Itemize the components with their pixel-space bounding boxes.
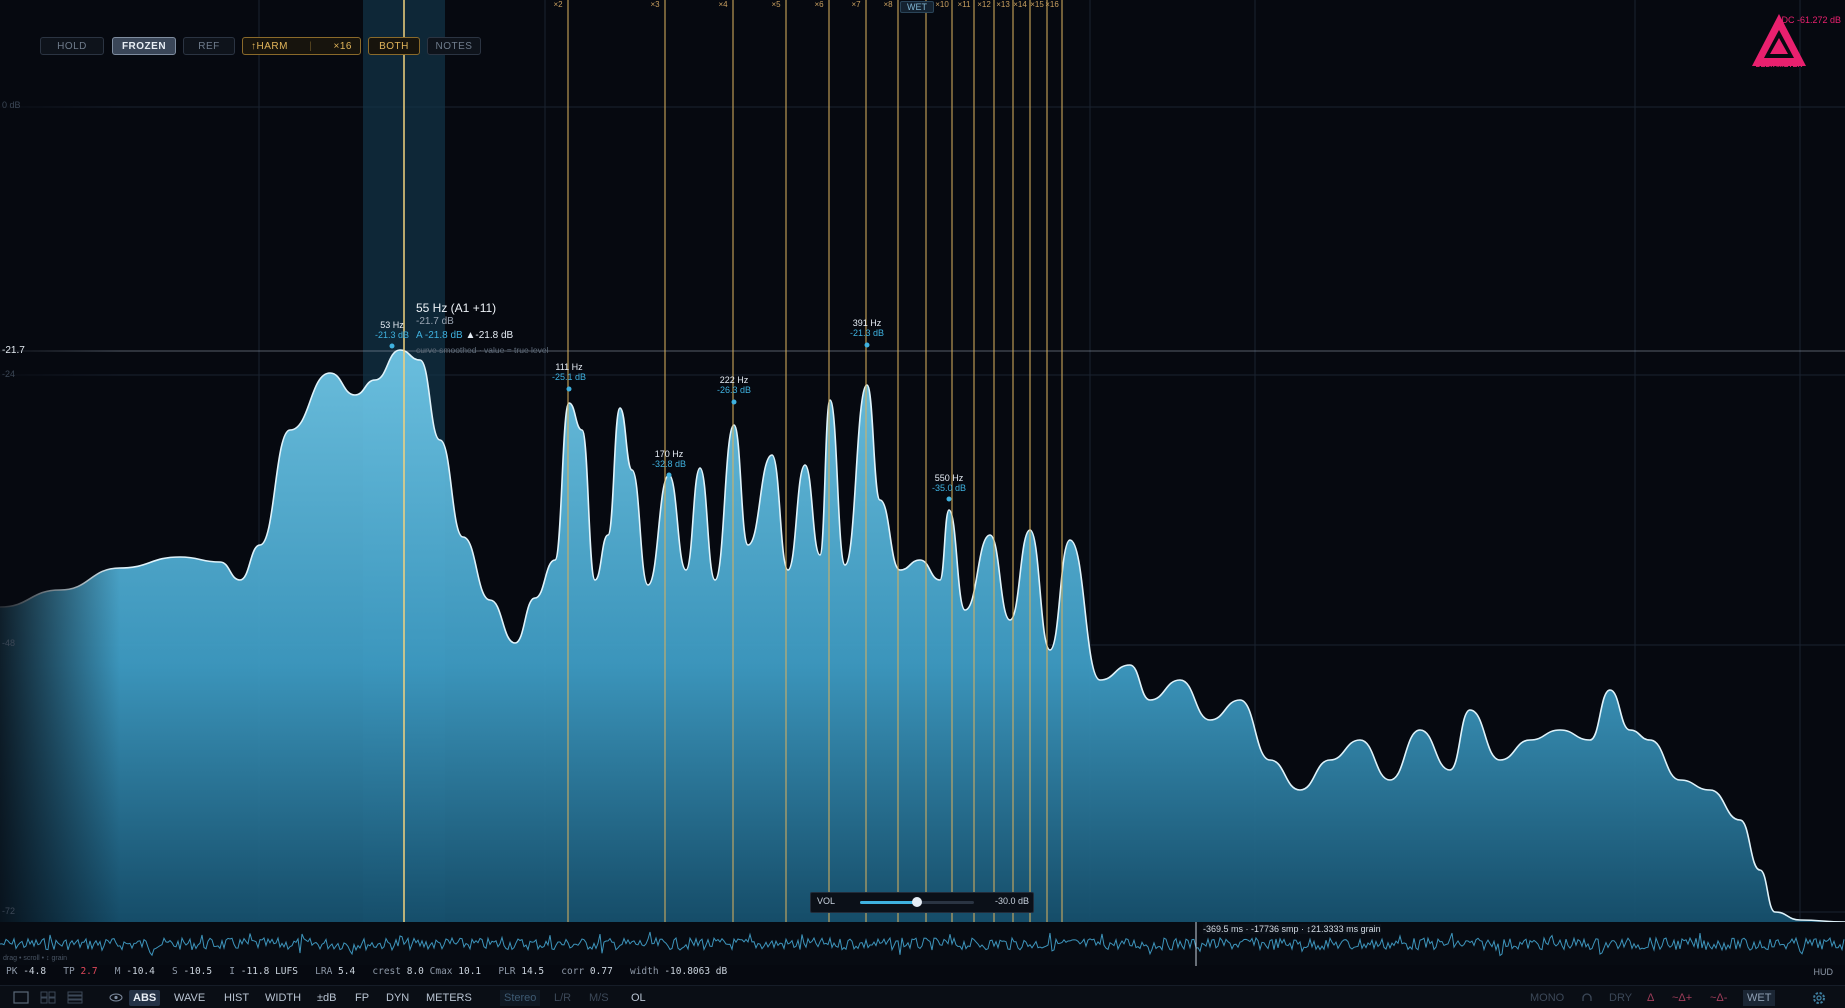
peak-dot bbox=[566, 386, 572, 392]
ref-line-value: -21.7 bbox=[2, 345, 25, 356]
tab-abs[interactable]: ABS bbox=[129, 990, 161, 1006]
plr-value: 14.5 bbox=[521, 966, 545, 977]
volume-slider-knob[interactable] bbox=[912, 897, 922, 907]
harmonic-label: ×11 bbox=[957, 0, 971, 9]
width-value: -10.8063 dB bbox=[664, 966, 728, 977]
hold-button[interactable]: HOLD bbox=[40, 37, 104, 55]
waveform-readout: -369.5 ms · -17736 smp · ↕21.3333 ms gra… bbox=[1203, 924, 1381, 934]
db-tick: 0 dB bbox=[2, 100, 21, 110]
cursor-title: 55 Hz (A1 +11) bbox=[416, 301, 497, 315]
cursor-readout: 55 Hz (A1 +11) -21.7 dB A -21.8 dB ▲-21.… bbox=[416, 301, 549, 357]
peak-label: 170 Hz -32.8 dB bbox=[651, 449, 687, 469]
grid-view-icon[interactable] bbox=[40, 991, 56, 1004]
harmonic-label: ×10 bbox=[935, 0, 949, 9]
harmonic-label: ×3 bbox=[650, 0, 660, 9]
volume-value: -30.0 dB bbox=[994, 896, 1029, 906]
harm-label: ↑HARM bbox=[251, 40, 288, 52]
i-value: -11.8 LUFS bbox=[240, 966, 298, 977]
harmonic-label: ×5 bbox=[771, 0, 781, 9]
notes-button[interactable]: NOTES bbox=[427, 37, 481, 55]
both-button[interactable]: BOTH bbox=[368, 37, 420, 55]
delta-plus-button[interactable]: ~Δ+ bbox=[1668, 990, 1696, 1006]
harm-count[interactable]: ×16 bbox=[334, 41, 352, 52]
lra-value: 5.4 bbox=[338, 966, 356, 977]
peak-label: 222 Hz -26.3 dB bbox=[716, 375, 752, 395]
tab-wave[interactable]: WAVE bbox=[170, 990, 209, 1006]
delta-button[interactable]: Δ bbox=[1643, 990, 1658, 1006]
db-tick: -48 bbox=[2, 638, 16, 648]
harmonic-label: ×14 bbox=[1013, 0, 1027, 9]
harmonic-label: ×15 bbox=[1030, 0, 1044, 9]
volume-label: VOL bbox=[817, 896, 836, 906]
tab-pm-db[interactable]: ±dB bbox=[313, 990, 341, 1006]
volume-slider-track[interactable] bbox=[860, 897, 974, 907]
m-value: -10.4 bbox=[126, 966, 155, 977]
db-tick: -24 bbox=[2, 369, 16, 379]
waveform-hint: drag • scroll • ↕ grain bbox=[3, 955, 68, 962]
s-value: -10.5 bbox=[183, 966, 213, 977]
lr-button[interactable]: L/R bbox=[550, 990, 575, 1006]
frozen-button[interactable]: FROZEN bbox=[112, 37, 176, 55]
harmonic-label: ×8 bbox=[883, 0, 893, 9]
ref-button[interactable]: REF bbox=[183, 37, 235, 55]
spectrum-display[interactable] bbox=[0, 0, 1845, 1008]
peak-dot bbox=[731, 399, 737, 405]
peak-label: 550 Hz -35.0 dB bbox=[931, 473, 967, 493]
volume-control[interactable]: VOL -30.0 dB bbox=[810, 892, 1034, 913]
peak-dot bbox=[389, 343, 395, 349]
harmonic-label: ×2 bbox=[553, 0, 563, 9]
meter-readouts: PK -4.8 TP 2.7 M -10.4 S -10.5 I -11.8 L… bbox=[6, 966, 728, 977]
harmonic-label: ×16 bbox=[1045, 0, 1059, 9]
cursor-note: curve smoothed · value = true level bbox=[416, 345, 549, 355]
harm-button[interactable]: ↑HARM | ×16 bbox=[242, 37, 361, 55]
tab-width[interactable]: WIDTH bbox=[261, 990, 305, 1006]
harmonic-label: ×12 bbox=[977, 0, 991, 9]
cursor-a-value: -21.8 dB bbox=[424, 330, 463, 341]
peak-label: 391 Hz -21.3 dB bbox=[849, 318, 885, 338]
stereo-button[interactable]: Stereo bbox=[500, 990, 541, 1006]
peak-label: 111 Hz -25.1 dB bbox=[551, 362, 587, 382]
tp-value: 2.7 bbox=[80, 966, 98, 977]
corr-value: 0.77 bbox=[589, 966, 613, 977]
wet-button[interactable]: WET bbox=[1743, 990, 1776, 1006]
peak-dot bbox=[666, 472, 672, 478]
mono-button[interactable]: MONO bbox=[1526, 990, 1568, 1006]
pk-value: -4.8 bbox=[23, 966, 47, 977]
tab-meters[interactable]: METERS bbox=[422, 990, 476, 1006]
delta-minus-button[interactable]: ~Δ- bbox=[1706, 990, 1731, 1006]
wet-tag: WET bbox=[900, 1, 934, 13]
gear-icon[interactable] bbox=[1811, 990, 1827, 1006]
tab-dyn[interactable]: DYN bbox=[382, 990, 413, 1006]
single-view-icon[interactable] bbox=[13, 991, 29, 1004]
tab-hist[interactable]: HIST bbox=[220, 990, 253, 1006]
spectrum-fill bbox=[0, 350, 1845, 922]
peak-dot bbox=[864, 342, 870, 348]
stacked-view-icon[interactable] bbox=[67, 991, 83, 1004]
eye-icon[interactable] bbox=[109, 992, 123, 1003]
dry-button[interactable]: DRY bbox=[1605, 990, 1636, 1006]
ms-button[interactable]: M/S bbox=[585, 990, 613, 1006]
headphones-icon[interactable] bbox=[1581, 992, 1593, 1004]
tab-fp[interactable]: FP bbox=[351, 990, 373, 1006]
bottom-toolbar: ABS WAVE HIST WIDTH ±dB FP DYN METERS St… bbox=[0, 985, 1845, 1008]
peak-label: 53 Hz -21.3 dB bbox=[374, 320, 410, 340]
harmonic-label: ×6 bbox=[814, 0, 824, 9]
harmonic-label: ×7 bbox=[851, 0, 861, 9]
cursor-a-label: A bbox=[416, 330, 423, 341]
dc-readout: DC -61.272 dB bbox=[1781, 15, 1841, 25]
logo-name: DELTAMETER bbox=[1755, 62, 1803, 69]
peak-dot bbox=[946, 496, 952, 502]
analyzer-window: ×2×3×4×5×6×7×8×9×10×11×12×13×14×15×16 0 … bbox=[0, 0, 1845, 1008]
cmax-value: 10.1 bbox=[458, 966, 482, 977]
harmonic-label: ×13 bbox=[996, 0, 1010, 9]
crest-value: 8.0 bbox=[406, 966, 424, 977]
hud-toggle[interactable]: HUD bbox=[1814, 967, 1834, 977]
ol-button[interactable]: OL bbox=[627, 990, 650, 1006]
cursor-peak: ▲-21.8 dB bbox=[465, 330, 514, 341]
cursor-level: -21.7 dB bbox=[416, 316, 454, 327]
harmonic-label: ×4 bbox=[718, 0, 728, 9]
db-tick: -72 bbox=[2, 906, 16, 916]
